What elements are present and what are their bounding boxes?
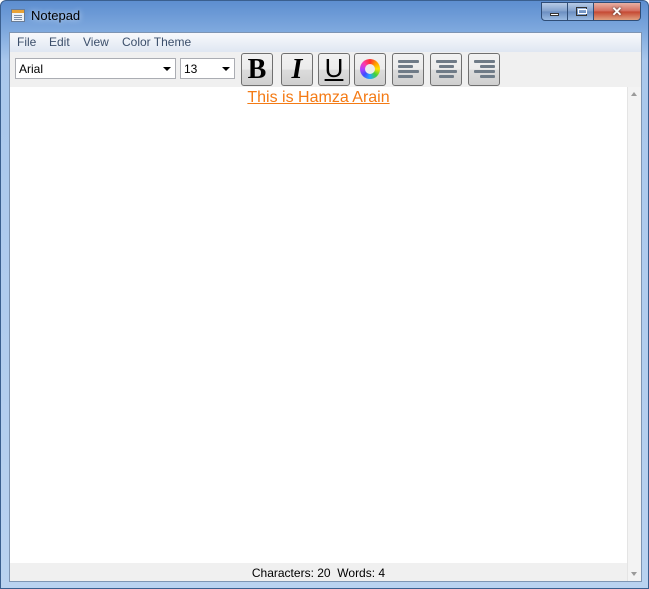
formatting-toolbar: Arial 13 B I U <box>10 52 641 87</box>
status-text: Characters: 20 Words: 4 <box>10 566 627 580</box>
italic-icon: I <box>291 54 303 85</box>
client-area: File Edit View Color Theme Arial 13 B I … <box>9 32 642 582</box>
align-center-icon <box>436 60 457 79</box>
minimize-button[interactable] <box>541 2 568 21</box>
text-editor[interactable]: This is Hamza Arain <box>10 87 627 563</box>
menu-file[interactable]: File <box>17 35 36 49</box>
notepad-icon <box>11 9 25 22</box>
maximize-icon <box>576 7 587 16</box>
italic-button[interactable]: I <box>281 53 313 86</box>
menu-color-theme[interactable]: Color Theme <box>122 35 191 49</box>
font-family-value: Arial <box>19 62 44 76</box>
notepad-window: Notepad ✕ File Edit View Color Theme Ari… <box>0 0 649 589</box>
bold-button[interactable]: B <box>241 53 273 86</box>
color-wheel-icon <box>360 59 380 79</box>
chevron-down-icon <box>222 67 230 71</box>
close-icon: ✕ <box>611 4 623 19</box>
font-size-value: 13 <box>184 62 198 76</box>
window-title: Notepad <box>31 8 81 23</box>
scroll-up-icon[interactable] <box>631 92 637 96</box>
title-bar[interactable]: Notepad ✕ <box>1 1 648 31</box>
scroll-down-icon[interactable] <box>631 572 637 576</box>
font-family-select[interactable]: Arial <box>15 58 176 79</box>
character-count: 20 <box>317 566 331 580</box>
font-size-select[interactable]: 13 <box>180 58 235 79</box>
align-right-icon <box>474 60 495 79</box>
bold-icon: B <box>247 54 267 85</box>
close-button[interactable]: ✕ <box>593 2 641 21</box>
vertical-scrollbar[interactable] <box>627 87 641 581</box>
align-center-button[interactable] <box>430 53 462 86</box>
chevron-down-icon <box>163 67 171 71</box>
menu-edit[interactable]: Edit <box>49 35 70 49</box>
word-count: 4 <box>378 566 386 580</box>
status-bar: Characters: 20 Words: 4 <box>10 563 627 581</box>
characters-label: Characters: <box>251 566 314 580</box>
align-right-button[interactable] <box>468 53 500 86</box>
minimize-icon <box>550 13 559 16</box>
document-text[interactable]: This is Hamza Arain <box>10 89 627 107</box>
words-label: Words: <box>337 566 376 580</box>
underline-button[interactable]: U <box>318 53 350 86</box>
underline-icon: U <box>324 53 344 83</box>
align-left-icon <box>398 60 419 79</box>
menu-bar: File Edit View Color Theme <box>10 33 641 53</box>
text-color-button[interactable] <box>354 53 386 86</box>
maximize-button[interactable] <box>567 2 594 21</box>
align-left-button[interactable] <box>392 53 424 86</box>
menu-view[interactable]: View <box>83 35 109 49</box>
